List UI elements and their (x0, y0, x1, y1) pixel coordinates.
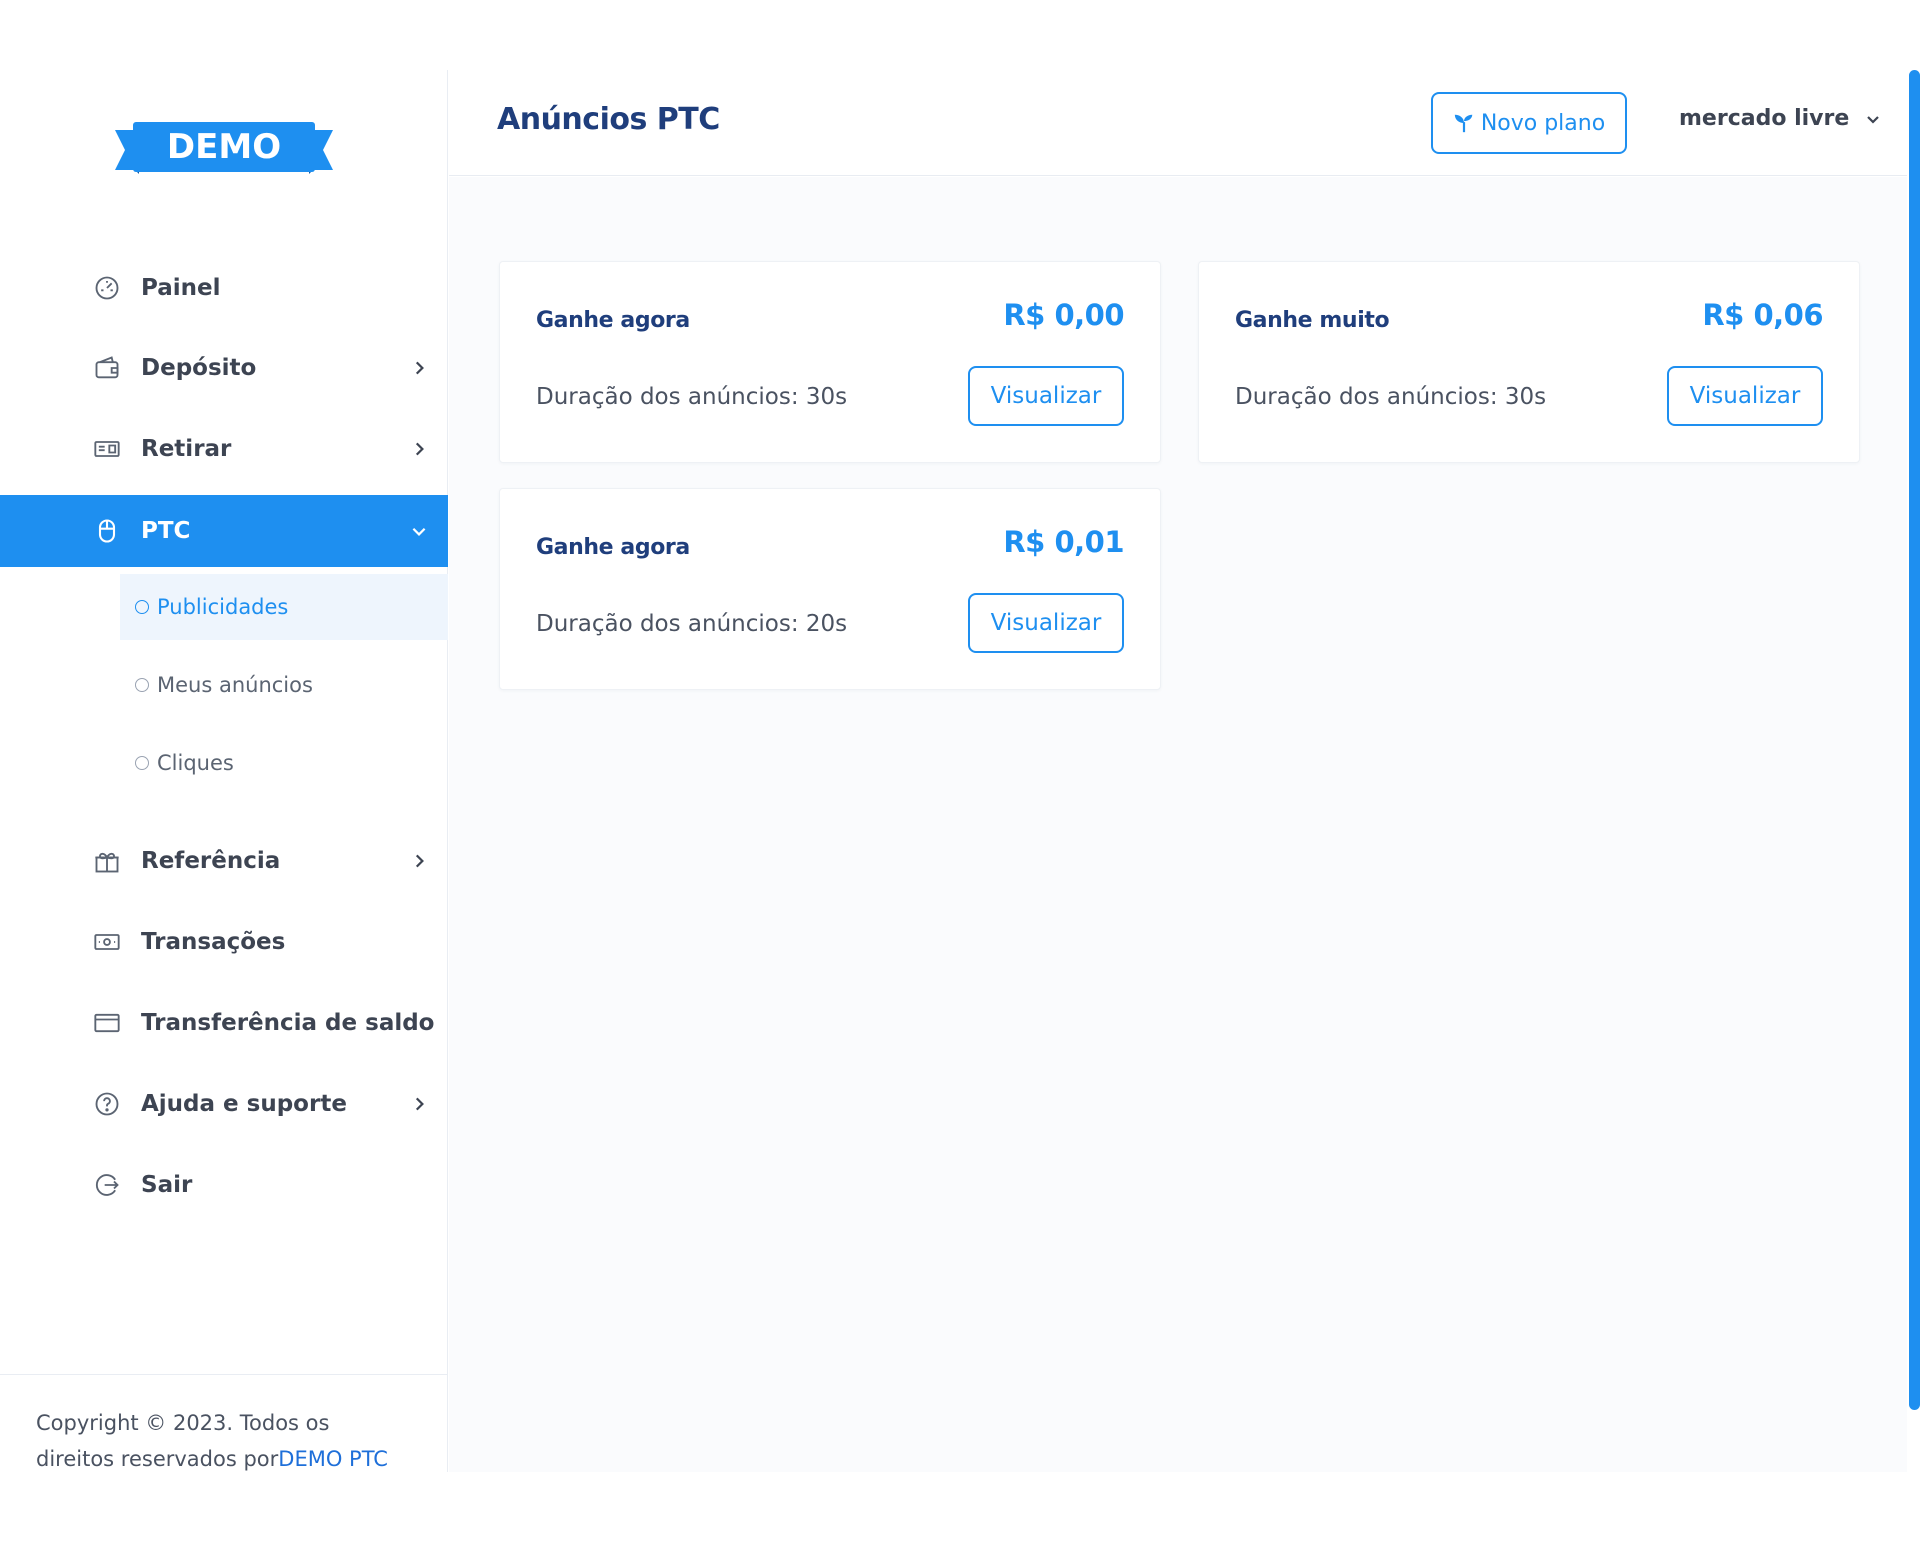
wallet-icon (92, 353, 122, 383)
sidebar-item-retirar[interactable]: Retirar (0, 413, 448, 485)
copyright-line: Copyright © 2023. Todos os (36, 1411, 330, 1435)
chevron-right-icon (415, 854, 424, 868)
mouse-icon (92, 516, 122, 546)
view-ad-button[interactable]: Visualizar (968, 366, 1124, 426)
copyright-text: direitos reservados por (36, 1447, 279, 1471)
page-title: Anúncios PTC (497, 102, 720, 137)
submenu-item-publicidades[interactable]: Publicidades (120, 574, 448, 640)
ad-card: Ganhe muito R$ 0,06 Duração dos anúncios… (1198, 261, 1860, 463)
ad-price: R$ 0,06 (1702, 298, 1823, 332)
sidebar-item-label: Ajuda e suporte (141, 1091, 347, 1117)
new-plan-label: Novo plano (1480, 110, 1606, 136)
sidebar: DEMO Painel Depósito Retirar PTC Publici… (0, 70, 448, 1472)
footer-brand-link[interactable]: DEMO PTC (278, 1447, 388, 1471)
user-menu-label: mercado livre (1679, 106, 1850, 131)
logout-icon (92, 1170, 122, 1200)
user-menu-dropdown[interactable]: mercado livre (1679, 106, 1881, 131)
sidebar-item-label: Transferência de saldo (141, 1010, 435, 1036)
sidebar-item-label: PTC (141, 518, 191, 544)
ad-card: Ganhe agora R$ 0,00 Duração dos anúncios… (499, 261, 1161, 463)
demo-logo[interactable]: DEMO (115, 122, 333, 178)
bullet-icon (135, 600, 149, 614)
ad-title: Ganhe muito (1235, 308, 1390, 333)
top-header: Anúncios PTC Novo plano mercado livre (449, 70, 1907, 176)
ad-card: Ganhe agora R$ 0,01 Duração dos anúncios… (499, 488, 1161, 690)
page-scrollbar[interactable] (1907, 70, 1920, 1410)
submenu-item-meus-anuncios[interactable]: Meus anúncios (120, 652, 448, 718)
new-plan-button[interactable]: Novo plano (1431, 92, 1627, 154)
sidebar-item-transacoes[interactable]: Transações (0, 906, 448, 978)
ad-duration: Duração dos anúncios: 30s (536, 384, 848, 410)
sidebar-item-deposito[interactable]: Depósito (0, 332, 448, 404)
chevron-right-icon (415, 442, 424, 456)
sidebar-item-painel[interactable]: Painel (0, 252, 448, 324)
submenu-item-label: Publicidades (157, 595, 289, 619)
ad-price: R$ 0,01 (1003, 525, 1124, 559)
sprout-icon (1454, 114, 1473, 133)
main-content: Ganhe agora R$ 0,00 Duração dos anúncios… (449, 177, 1907, 1472)
submenu-item-cliques[interactable]: Cliques (120, 730, 448, 796)
cash-icon (92, 434, 122, 464)
ad-price: R$ 0,00 (1003, 298, 1124, 332)
sidebar-item-ptc[interactable]: PTC (0, 495, 448, 567)
view-ad-button[interactable]: Visualizar (968, 593, 1124, 653)
copyright-line-2: direitos reservados porDEMO PTC (36, 1441, 448, 1477)
sidebar-item-label: Retirar (141, 436, 232, 462)
scrollbar-thumb[interactable] (1909, 70, 1920, 1410)
submenu-item-label: Cliques (157, 751, 234, 775)
sidebar-item-sair[interactable]: Sair (0, 1149, 448, 1221)
sidebar-footer: Copyright © 2023. Todos os direitos rese… (0, 1374, 448, 1472)
chevron-right-icon (415, 1097, 424, 1111)
submenu-item-label: Meus anúncios (157, 673, 313, 697)
gift-icon (92, 846, 122, 876)
app-root: DEMO Painel Depósito Retirar PTC Publici… (0, 70, 1920, 1472)
sidebar-item-referencia[interactable]: Referência (0, 825, 448, 897)
ad-title: Ganhe agora (536, 308, 690, 333)
ad-duration: Duração dos anúncios: 30s (1235, 384, 1547, 410)
logo-text: DEMO (167, 127, 281, 167)
ad-duration: Duração dos anúncios: 20s (536, 611, 848, 637)
chevron-down-icon (412, 527, 426, 536)
sidebar-item-label: Transações (141, 929, 286, 955)
view-ad-button[interactable]: Visualizar (1667, 366, 1823, 426)
credit-card-icon (92, 1008, 122, 1038)
ad-title: Ganhe agora (536, 535, 690, 560)
sidebar-item-label: Referência (141, 848, 281, 874)
chevron-right-icon (415, 361, 424, 375)
money-icon (92, 927, 122, 957)
sidebar-item-label: Painel (141, 275, 221, 301)
sidebar-item-ajuda[interactable]: Ajuda e suporte (0, 1068, 448, 1140)
sidebar-item-label: Sair (141, 1172, 193, 1198)
sidebar-item-transferencia[interactable]: Transferência de saldo (0, 987, 448, 1059)
chevron-down-icon (1867, 115, 1880, 124)
gauge-icon (92, 273, 122, 303)
help-icon (92, 1089, 122, 1119)
sidebar-item-label: Depósito (141, 355, 257, 381)
bullet-icon (135, 756, 149, 770)
bullet-icon (135, 678, 149, 692)
